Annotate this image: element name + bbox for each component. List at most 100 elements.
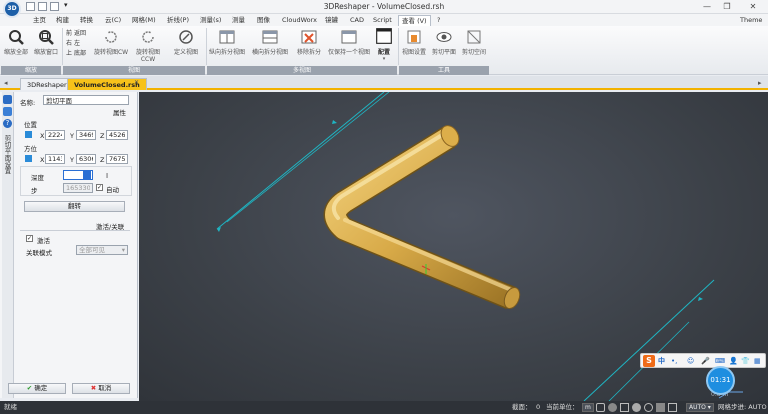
view-left-button[interactable]: 左 [74, 40, 80, 47]
rotate-ccw-button[interactable]: 旋转视图CCW [130, 29, 166, 63]
panel-vertical-title: 剪切平面设置 [3, 135, 11, 174]
dir-x-label: X [40, 156, 45, 164]
clip-space-icon [467, 30, 481, 44]
pos-z-input[interactable] [106, 130, 128, 140]
view-settings-icon [407, 30, 421, 44]
view-right-button[interactable]: 右 左 [66, 39, 80, 48]
tab-scroll-right-icon[interactable]: ▸ [758, 79, 762, 87]
bent-tube-model[interactable] [323, 122, 523, 310]
single-view-button[interactable]: 仅保持一个视图 [326, 29, 372, 56]
document-tabs: ◂ 3DReshaper1 VolumeClosed.rsh ✕ ▸ [0, 76, 768, 90]
separator [398, 28, 399, 65]
dir-y-input[interactable] [76, 154, 96, 164]
activate-checkbox[interactable]: ✓ [26, 235, 33, 242]
tab-image[interactable]: 图像 [254, 15, 273, 26]
dir-x-input[interactable] [45, 154, 65, 164]
tab-cloudworx[interactable]: CloudWorx [279, 15, 320, 26]
restore-button[interactable]: ❐ [720, 1, 734, 12]
depth-slider-handle[interactable] [83, 171, 91, 179]
tab-build[interactable]: 构建 [53, 15, 72, 26]
view-top-button[interactable]: 上 底部 [66, 49, 86, 58]
vertical-split-button[interactable]: 纵向拆分视图 [208, 29, 246, 56]
tree-icon[interactable] [3, 95, 12, 104]
auto-checkbox[interactable]: ✓ [96, 184, 103, 191]
tab-cloud[interactable]: 云(C) [102, 15, 124, 26]
auto-select-1[interactable]: AUTO ▾ [686, 403, 714, 412]
cancel-button[interactable]: ✖ 取消 [72, 383, 130, 394]
punctuation-icon[interactable]: •, [671, 356, 677, 367]
zoom-all-button[interactable]: 缩放全部 [3, 29, 29, 56]
skin-icon[interactable]: 👕 [741, 356, 750, 367]
section-label: 截面： [512, 403, 532, 411]
tab-script[interactable]: Script [370, 15, 395, 26]
ime-mode-toggle[interactable]: 中 [658, 356, 665, 367]
clip-plane-button[interactable]: 剪切平面 [430, 29, 458, 56]
config-button[interactable]: 配置 ▾ [374, 27, 394, 62]
group-tools-label: 工具 [399, 66, 489, 75]
emoji-icon[interactable]: ☺ [687, 356, 694, 367]
link-mode-select[interactable]: 全部可见 ▾ [76, 245, 128, 255]
remove-split-icon [301, 30, 317, 44]
status-text: 就绪 [4, 403, 17, 411]
pos-x-input[interactable] [45, 130, 65, 140]
direction-label: 方位 [24, 145, 37, 153]
floating-clock-widget[interactable]: 01:31 [706, 366, 735, 395]
sogou-logo-icon[interactable]: S [643, 355, 655, 367]
view-bottom-button[interactable]: 底部 [74, 50, 86, 57]
theme-menu[interactable]: Theme ▾ [737, 15, 768, 34]
dir-z-input[interactable] [106, 154, 128, 164]
ok-button[interactable]: ✔ 确定 [8, 383, 66, 394]
tab-view[interactable]: 查看 (V) [398, 15, 431, 26]
name-input[interactable] [43, 95, 129, 105]
horizontal-split-button[interactable]: 横向拆分视图 [248, 29, 292, 56]
toolbox-icon[interactable]: ▦ [754, 356, 761, 367]
unit-select[interactable]: m [582, 403, 594, 412]
view-back-button[interactable]: 返回 [74, 30, 86, 37]
tab-scroll-left-icon[interactable]: ◂ [4, 79, 8, 87]
clip-space-button[interactable]: 剪切空间 [460, 29, 488, 56]
user-icon[interactable]: 👤 [729, 356, 738, 367]
define-view-label: 定义视图 [173, 49, 198, 56]
voice-icon[interactable]: 🎤 [701, 356, 710, 367]
zoom-window-button[interactable]: 缩放窗口 [32, 29, 60, 56]
rotate-cw-button[interactable]: 旋转视图CW [93, 29, 129, 56]
pos-y-input[interactable] [76, 130, 96, 140]
tab-help[interactable]: ? [434, 15, 443, 26]
ortho-icon[interactable] [668, 403, 677, 412]
minimize-button[interactable]: — [700, 1, 714, 12]
grid-toggle-icon[interactable] [620, 403, 629, 412]
help-icon[interactable]: ? [3, 119, 12, 128]
tab-measure[interactable]: 测量 [229, 15, 248, 26]
camera-icon[interactable] [644, 403, 653, 412]
remove-split-button[interactable]: 移除拆分 [294, 29, 324, 56]
tab-polyline[interactable]: 折线(P) [164, 15, 192, 26]
pick-position-icon[interactable] [25, 131, 32, 138]
tab-measure-s[interactable]: 测量(s) [197, 15, 224, 26]
status-bar: 就绪 截面： 0 当前单位： m AUTO ▾ 网格步进: AUTO [0, 401, 768, 414]
app-logo[interactable]: 3D [3, 0, 21, 18]
light-icon[interactable] [632, 403, 641, 412]
pos-x-label: X [40, 132, 45, 140]
view-front-button[interactable]: 前 返回 [66, 29, 86, 38]
display-icon[interactable] [656, 403, 665, 412]
lock-icon[interactable] [608, 403, 617, 412]
config-icon [376, 28, 392, 44]
snap-icon[interactable] [596, 403, 605, 412]
close-button[interactable]: ✕ [746, 1, 760, 12]
tab-cad[interactable]: CAD [347, 15, 367, 26]
tab-home[interactable]: 主页 [30, 15, 49, 26]
tab-tank[interactable]: 镜罐 [322, 15, 341, 26]
tab-transform[interactable]: 转换 [77, 15, 96, 26]
rotate-ccw-icon [142, 31, 154, 43]
tab-mesh[interactable]: 网格(M) [129, 15, 159, 26]
properties-icon[interactable] [3, 107, 12, 116]
step-input[interactable] [63, 183, 93, 193]
define-view-button[interactable]: 定义视图 [168, 29, 204, 56]
horizontal-split-label: 横向拆分视图 [251, 49, 288, 56]
tab-close-icon[interactable]: ✕ [134, 79, 139, 86]
flip-button[interactable]: 翻转 [24, 201, 125, 212]
magnifier-icon [9, 30, 24, 45]
pick-direction-icon[interactable] [25, 155, 32, 162]
name-label: 名称: [20, 99, 36, 107]
view-settings-button[interactable]: 视图设置 [400, 29, 428, 56]
